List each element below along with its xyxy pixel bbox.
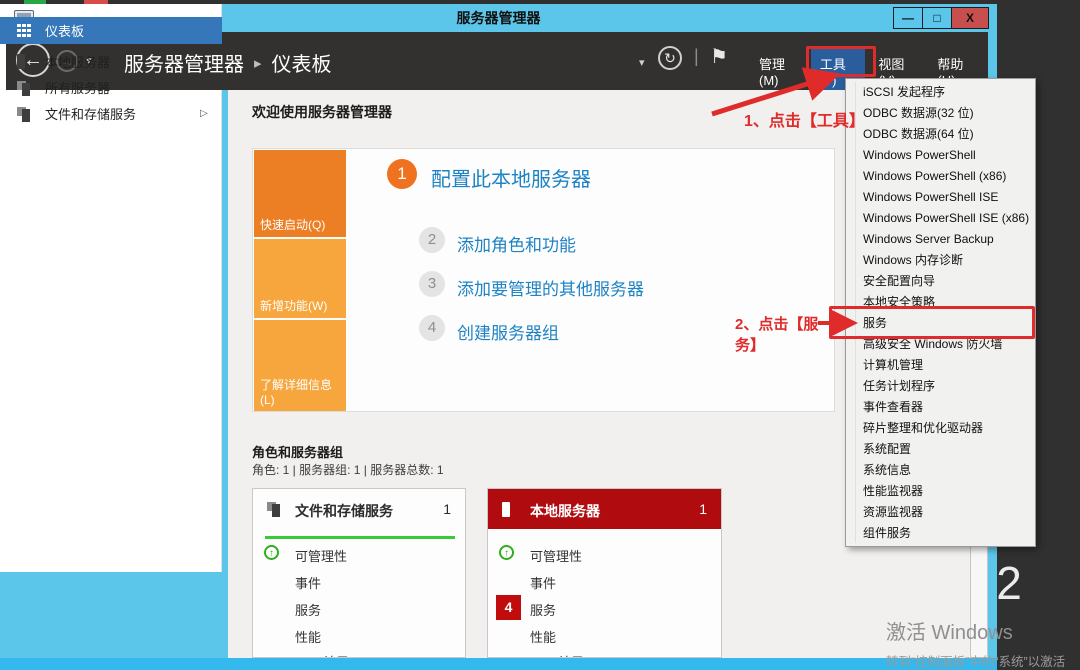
menu-item-system-config[interactable]: 系统配置 [846, 439, 1035, 460]
menu-item-powershell-ise-x86[interactable]: Windows PowerShell ISE (x86) [846, 208, 1035, 229]
welcome-panel: 快速启动(Q) 新增功能(W) 了解详细信息(L) 1 配置此本地服务器 2 添… [252, 148, 835, 412]
notifications-caret-icon[interactable]: ▾ [639, 56, 645, 69]
tile-row-services[interactable]: 服务 [530, 600, 556, 619]
sidebar-item-all-servers[interactable]: 所有服务器 [0, 75, 222, 100]
tile-row-manageability[interactable]: 可管理性 [295, 546, 347, 565]
sidebar-item-label: 文件和存储服务 [45, 104, 136, 123]
step-2-badge: 2 [419, 227, 445, 253]
highlight-box-tools [806, 46, 876, 77]
menu-item-memory-diagnostic[interactable]: Windows 内存诊断 [846, 250, 1035, 271]
step-1-badge: 1 [387, 159, 417, 189]
local-server-icon [502, 502, 510, 517]
roles-summary: 角色: 1 | 服务器组: 1 | 服务器总数: 1 [252, 461, 444, 478]
screen: R2 服务器管理器 — □ X ← → ▾ 服务器管理器 ▸ 仪表板 ▾ ↻ | [0, 0, 1080, 670]
highlight-box-services [829, 306, 1035, 339]
menu-item-event-viewer[interactable]: 事件查看器 [846, 397, 1035, 418]
learn-more-tab[interactable]: 了解详细信息(L) [254, 320, 346, 411]
maximize-button[interactable]: □ [922, 7, 952, 29]
tile-count: 1 [443, 501, 451, 517]
breadcrumb-current[interactable]: 仪表板 [272, 48, 332, 77]
menu-item-powershell-ise[interactable]: Windows PowerShell ISE [846, 187, 1035, 208]
menu-item-security-config-wizard[interactable]: 安全配置向导 [846, 271, 1035, 292]
sidebar-item-label: 本地服务器 [45, 52, 110, 71]
menu-item-powershell-x86[interactable]: Windows PowerShell (x86) [846, 166, 1035, 187]
step-1-link[interactable]: 配置此本地服务器 [431, 163, 591, 192]
sidebar-item-local-server[interactable]: 本地服务器 [0, 49, 222, 74]
servers-icon [17, 81, 31, 94]
header-divider: | [694, 46, 699, 67]
tile-header[interactable]: 文件和存储服务 1 [253, 489, 465, 529]
tile-row-manageability[interactable]: 可管理性 [530, 546, 582, 565]
window-bottom-border [0, 658, 997, 670]
step-2-link[interactable]: 添加角色和功能 [457, 231, 576, 256]
menu-item-server-backup[interactable]: Windows Server Backup [846, 229, 1035, 250]
close-button[interactable]: X [951, 7, 989, 29]
tile-title: 文件和存储服务 [295, 501, 393, 521]
window-controls: — □ X [894, 7, 989, 29]
minimize-button[interactable]: — [893, 7, 923, 29]
menu-item-odbc32[interactable]: ODBC 数据源(32 位) [846, 103, 1035, 124]
tile-row-performance[interactable]: 性能 [295, 627, 321, 646]
sidebar-item-label: 仪表板 [45, 21, 84, 40]
background-window-fragment-green [24, 0, 46, 4]
file-storage-icon [17, 107, 31, 120]
sidebar-item-label: 所有服务器 [45, 78, 110, 97]
annotation-step2: 2、点击【服务】 [735, 313, 834, 355]
menu-item-system-info[interactable]: 系统信息 [846, 460, 1035, 481]
tile-row-services[interactable]: 服务 [295, 600, 321, 619]
menu-manage[interactable]: 管理(M) [750, 49, 807, 93]
tile-row-events[interactable]: 事件 [530, 573, 556, 592]
flag-notifications-icon[interactable]: ⚑ [710, 44, 728, 69]
menu-item-defrag[interactable]: 碎片整理和优化驱动器 [846, 418, 1035, 439]
step-4-badge: 4 [419, 315, 445, 341]
menu-item-computer-management[interactable]: 计算机管理 [846, 355, 1035, 376]
roles-heading: 角色和服务器组 [252, 442, 343, 461]
tile-accent-line [265, 536, 455, 539]
tile-local-server: 本地服务器 1 ↑ 可管理性 事件 4 服务 性能 BPA 结果 [487, 488, 722, 658]
manageability-up-icon: ↑ [264, 545, 279, 560]
step-3-badge: 3 [419, 271, 445, 297]
tile-header[interactable]: 本地服务器 1 [488, 489, 721, 529]
tile-row-performance[interactable]: 性能 [530, 627, 556, 646]
annotation-step1: 1、点击【工具】 [744, 107, 865, 131]
breadcrumb-separator-icon: ▸ [254, 54, 262, 72]
tile-title: 本地服务器 [530, 501, 600, 521]
sidebar-item-dashboard[interactable]: 仪表板 [0, 17, 222, 44]
menu-item-powershell[interactable]: Windows PowerShell [846, 145, 1035, 166]
dashboard-icon [17, 24, 21, 27]
sidebar-item-file-storage[interactable]: 文件和存储服务 ▷ [0, 101, 222, 126]
watermark-title: 激活 Windows [886, 616, 1065, 645]
step-4-link[interactable]: 创建服务器组 [457, 319, 559, 344]
sidebar: 仪表板 本地服务器 所有服务器 文件和存储服务 ▷ [0, 4, 222, 572]
menu-item-iscsi[interactable]: iSCSI 发起程序 [846, 82, 1035, 103]
background-window-fragment-red [84, 0, 108, 4]
services-alert-badge: 4 [496, 595, 521, 620]
manageability-up-icon: ↑ [499, 545, 514, 560]
tile-row-events[interactable]: 事件 [295, 573, 321, 592]
tile-file-storage: 文件和存储服务 1 ↑ 可管理性 事件 服务 性能 BPA 结果 [252, 488, 466, 658]
file-storage-icon [267, 502, 281, 515]
refresh-icon[interactable]: ↻ [658, 46, 682, 70]
menu-item-task-scheduler[interactable]: 任务计划程序 [846, 376, 1035, 397]
quick-start-tab[interactable]: 快速启动(Q) [254, 150, 346, 237]
server-icon [17, 54, 25, 69]
menu-item-odbc64[interactable]: ODBC 数据源(64 位) [846, 124, 1035, 145]
step-3-link[interactable]: 添加要管理的其他服务器 [457, 275, 644, 300]
whats-new-tab[interactable]: 新增功能(W) [254, 239, 346, 318]
welcome-title: 欢迎使用服务器管理器 [252, 102, 392, 122]
activation-watermark: 激活 Windows 转到“控制面板”中的“系统”以激活 [886, 616, 1065, 670]
menu-item-performance-monitor[interactable]: 性能监视器 [846, 481, 1035, 502]
tile-count: 1 [699, 501, 707, 517]
expand-arrow-icon[interactable]: ▷ [200, 108, 208, 119]
menu-item-component-services[interactable]: 组件服务 [846, 523, 1035, 544]
watermark-subtitle: 转到“控制面板”中的“系统”以激活 [886, 651, 1065, 670]
menu-item-resource-monitor[interactable]: 资源监视器 [846, 502, 1035, 523]
